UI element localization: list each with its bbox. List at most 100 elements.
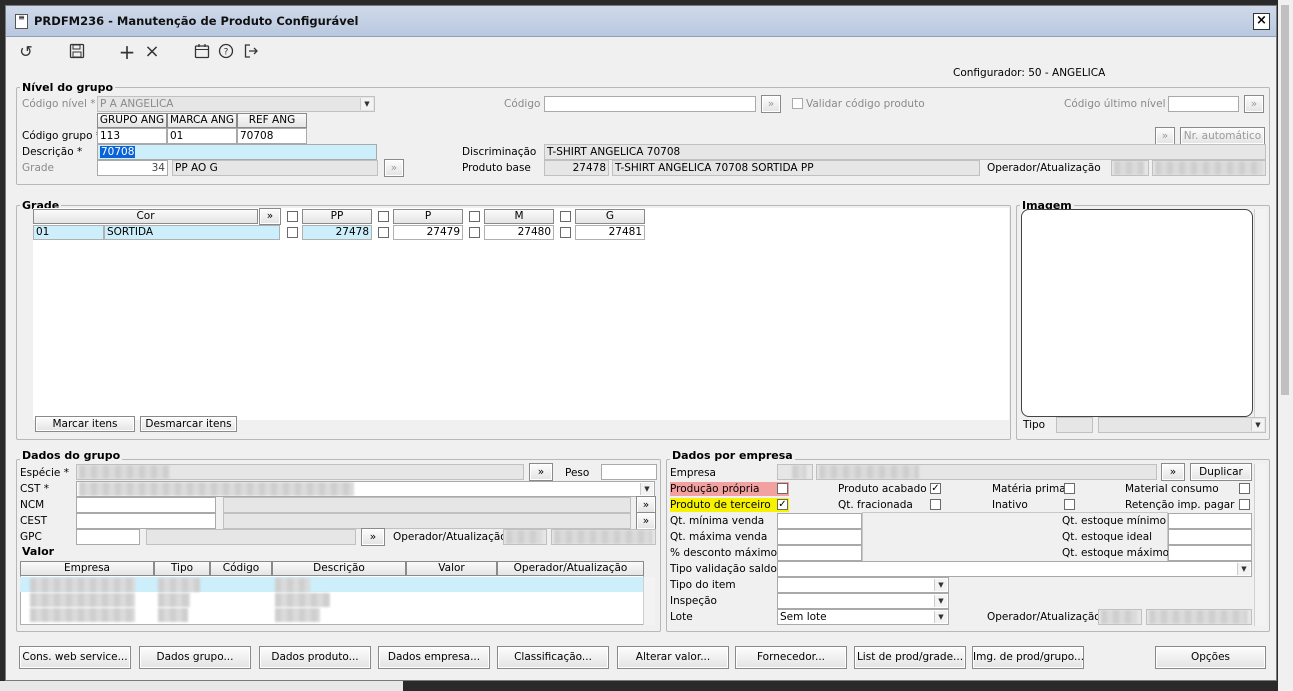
tipo-validacao-label: Tipo validação saldo xyxy=(670,563,777,575)
codigo-ultimo-lookup-button[interactable]: » xyxy=(1244,95,1264,113)
grupo-ang-field[interactable]: 113 xyxy=(97,128,167,144)
size-g-checkbox[interactable] xyxy=(560,211,571,222)
grade-row-m[interactable]: 27480 xyxy=(484,225,554,240)
opcoes-button[interactable]: Opções xyxy=(1155,646,1266,669)
imagem-tipo-select[interactable]: ▼ xyxy=(1098,417,1266,433)
produto-base-number: 27478 xyxy=(544,160,609,176)
nr-automatico-button[interactable]: Nr. automático xyxy=(1180,127,1265,145)
save-icon[interactable] xyxy=(68,43,86,61)
valor-scrollbar[interactable] xyxy=(643,577,655,625)
materia-prima-checkbox[interactable] xyxy=(1064,483,1075,494)
imagem-tipo-code[interactable] xyxy=(1056,417,1093,433)
nr-lookup-button[interactable]: » xyxy=(1155,127,1175,145)
descricao-field[interactable]: 70708 xyxy=(97,144,377,160)
image-scrollbar[interactable] xyxy=(1254,209,1266,417)
valor-header-operador: Operador/Atualização xyxy=(497,561,644,576)
row-g-checkbox[interactable] xyxy=(560,227,571,238)
gpc-desc-field xyxy=(146,529,356,545)
duplicar-button[interactable]: Duplicar xyxy=(1190,463,1252,481)
valor-row[interactable] xyxy=(20,607,644,622)
codigo-ultimo-field[interactable] xyxy=(1168,96,1239,112)
dados-grupo-button[interactable]: Dados grupo... xyxy=(139,646,251,669)
dados-empresa-button[interactable]: Dados empresa... xyxy=(378,646,490,669)
qt-estoque-max-field[interactable] xyxy=(1168,545,1252,561)
valor-header-empresa: Empresa xyxy=(20,561,154,576)
row-m-checkbox[interactable] xyxy=(469,227,480,238)
row-pp-checkbox[interactable] xyxy=(287,227,298,238)
grade-number-field[interactable]: 34 xyxy=(97,160,168,176)
qt-min-venda-field[interactable] xyxy=(777,513,862,529)
produto-terceiro-checkbox[interactable]: ✓ xyxy=(777,499,788,510)
lote-select[interactable]: Sem lote ▼ xyxy=(777,609,949,625)
peso-field[interactable] xyxy=(601,464,657,480)
produto-acabado-checkbox[interactable]: ✓ xyxy=(930,483,941,494)
header-ref-ang: REF ANG xyxy=(237,113,307,128)
codigo-lookup-button[interactable]: » xyxy=(761,95,781,113)
marca-ang-field[interactable]: 01 xyxy=(167,128,237,144)
calendar-icon[interactable] xyxy=(193,43,211,61)
especie-lookup-button[interactable]: » xyxy=(529,463,553,481)
dados-produto-button[interactable]: Dados produto... xyxy=(259,646,371,669)
producao-propria-checkbox[interactable] xyxy=(777,483,788,494)
empresa-lookup-button[interactable]: » xyxy=(1161,463,1185,481)
retencao-checkbox[interactable] xyxy=(1239,499,1250,510)
grade-lookup-button[interactable]: » xyxy=(384,159,404,177)
grade-row-p[interactable]: 27479 xyxy=(393,225,463,240)
nivel-operador-field xyxy=(1111,160,1149,176)
help-icon[interactable]: ? xyxy=(217,43,235,61)
qt-max-venda-field[interactable] xyxy=(777,529,862,545)
valor-title: Valor xyxy=(20,545,57,558)
classificacao-button[interactable]: Classificação... xyxy=(497,646,609,669)
ncm-code-field[interactable] xyxy=(76,497,216,513)
validar-checkbox[interactable] xyxy=(792,98,803,109)
qt-fracionada-checkbox[interactable] xyxy=(930,499,941,510)
tipo-item-select[interactable]: ▼ xyxy=(777,577,949,593)
list-prod-grade-button[interactable]: List de prod/grade... xyxy=(854,646,966,669)
imagem-tipo-label: Tipo xyxy=(1023,419,1046,431)
alterar-valor-button[interactable]: Alterar valor... xyxy=(617,646,729,669)
marcar-itens-button[interactable]: Marcar itens xyxy=(35,416,135,432)
valor-row[interactable] xyxy=(20,592,644,607)
descricao-selected-text: 70708 xyxy=(100,146,136,158)
gpc-lookup-button[interactable]: » xyxy=(361,528,385,546)
inativo-checkbox[interactable] xyxy=(1064,499,1075,510)
gpc-code-field[interactable] xyxy=(76,529,140,545)
delete-icon[interactable]: × xyxy=(143,43,161,61)
size-pp-checkbox[interactable] xyxy=(287,211,298,222)
empresa-code-field[interactable] xyxy=(777,464,813,480)
tipo-validacao-select[interactable]: ▼ xyxy=(777,561,1252,577)
grade-row-name[interactable]: SORTIDA xyxy=(104,225,280,240)
cst-select[interactable]: ▼ xyxy=(76,481,655,497)
cest-lookup-button[interactable]: » xyxy=(636,512,656,530)
qt-estoque-min-field[interactable] xyxy=(1168,513,1252,529)
undo-icon[interactable]: ↺ xyxy=(17,43,35,61)
qt-estoque-ideal-field[interactable] xyxy=(1168,529,1252,545)
add-icon[interactable]: + xyxy=(118,42,136,62)
size-p-checkbox[interactable] xyxy=(378,211,389,222)
ref-ang-field[interactable]: 70708 xyxy=(237,128,307,144)
fornecedor-button[interactable]: Fornecedor... xyxy=(735,646,847,669)
exit-icon[interactable] xyxy=(242,43,260,61)
grade-row-code[interactable]: 01 xyxy=(33,225,104,240)
outer-scrollbar-thumb[interactable] xyxy=(1281,5,1289,395)
size-m-checkbox[interactable] xyxy=(469,211,480,222)
codigo-field[interactable] xyxy=(544,96,756,112)
row-p-checkbox[interactable] xyxy=(378,227,389,238)
grade-expand-button[interactable]: » xyxy=(259,208,281,225)
material-consumo-checkbox[interactable] xyxy=(1239,483,1250,494)
grade-row-pp[interactable]: 27478 xyxy=(302,225,372,240)
img-prod-grupo-button[interactable]: Img. de prod/grupo... xyxy=(972,646,1084,669)
especie-field[interactable] xyxy=(76,464,524,480)
cons-web-service-button[interactable]: Cons. web service... xyxy=(19,646,131,669)
grade-row-g[interactable]: 27481 xyxy=(575,225,645,240)
desmarcar-itens-button[interactable]: Desmarcar itens xyxy=(140,416,237,432)
inspecao-select[interactable]: ▼ xyxy=(777,593,949,609)
codigo-nivel-select[interactable]: P A ANGELICA ▼ xyxy=(97,96,375,112)
desconto-max-field[interactable] xyxy=(777,545,862,561)
cest-code-field[interactable] xyxy=(76,513,216,529)
empresa-scrollbar[interactable] xyxy=(1254,464,1266,626)
image-box[interactable] xyxy=(1021,209,1253,417)
valor-row[interactable] xyxy=(20,577,644,592)
valor-header-valor: Valor xyxy=(406,561,497,576)
close-button[interactable]: × xyxy=(1253,13,1270,30)
